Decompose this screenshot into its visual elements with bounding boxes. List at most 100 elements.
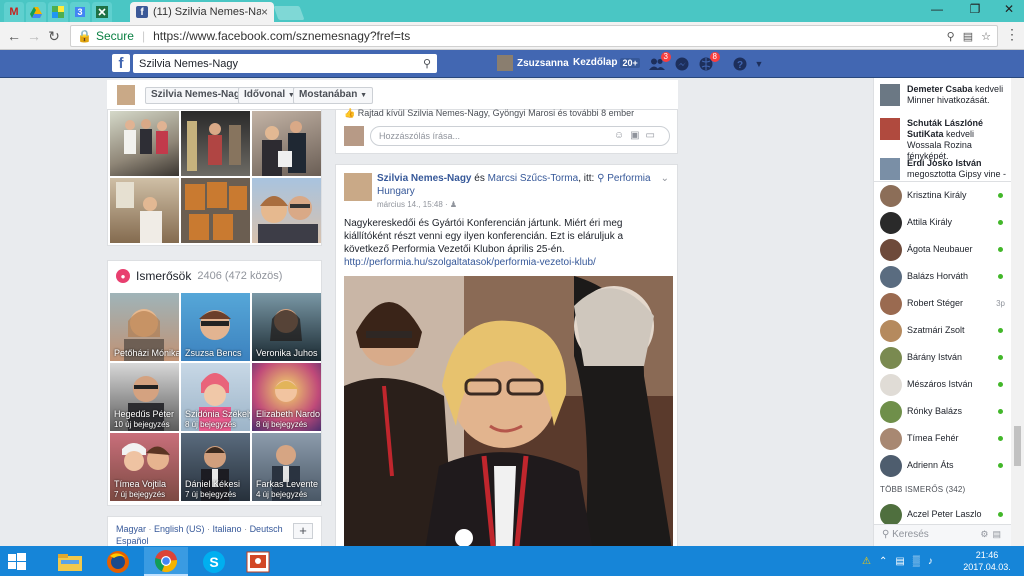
friend-tile[interactable]: Veronika Juhos [252,293,321,361]
reload-icon[interactable]: ↻ [44,26,64,46]
chat-contact[interactable]: Bárány István [874,343,1011,370]
language-link[interactable]: Italiano [213,524,242,534]
emoji-camera-gif-icons[interactable]: ☺▣▭ [614,130,661,141]
profile-link[interactable]: Zsuzsanna [497,55,569,71]
language-link[interactable]: Deutsch [250,524,283,534]
friend-tile[interactable]: Dániel Kékesi 7 új bejegyzés [181,433,250,501]
friend-tile[interactable]: Elizabeth Nardo 8 új bejegyzés [252,363,321,431]
friends-header[interactable]: ● Ismerősök 2406 (472 közös) [116,269,282,283]
post-date[interactable]: március 14., 15:48 [377,200,443,209]
firefox-icon[interactable] [96,547,140,576]
warning-icon[interactable]: ⚠ [862,556,871,567]
chat-settings-gear-icon[interactable]: ⚙▤ [980,529,1005,540]
messenger-icon[interactable] [673,55,691,73]
chat-contact[interactable]: Krisztina Király [874,181,1011,208]
system-clock[interactable]: 21:46 2017.04.03. [962,549,1012,573]
post-options-chevron-down-icon[interactable]: ⌄ [661,173,669,184]
language-link[interactable]: English (US) [154,524,205,534]
chat-contact[interactable]: Attila Király [874,208,1011,235]
friend-requests-icon[interactable]: 3 [648,52,671,73]
maps-pinned-tab[interactable] [48,2,68,22]
bookmark-star-icon[interactable]: ☆ [981,30,991,43]
translate-icon[interactable]: ▤ [963,30,973,43]
restore-button[interactable]: ❐ [960,0,990,18]
home-link[interactable]: Kezdőlap 20+ [573,57,640,68]
post-link[interactable]: http://performia.hu/szolgaltatasok/perfo… [344,257,596,268]
audience-friends-icon[interactable]: ♟ [450,200,457,209]
chrome-icon[interactable] [144,547,188,576]
chat-contact[interactable]: Szatmári Zsolt [874,316,1011,343]
friend-tile[interactable]: Petőházi Mónika [110,293,179,361]
chat-contact[interactable]: Adrienn Áts [874,451,1011,478]
language-link[interactable]: Español [116,536,149,546]
sheets-pinned-tab[interactable] [92,2,112,22]
chat-contact[interactable]: Balázs Horváth [874,262,1011,289]
recent-dropdown[interactable]: Mostanában ▼ [293,87,374,104]
chat-contact[interactable]: Aczel Peter Laszlo [874,500,1011,527]
timeline-dropdown[interactable]: Idővonal ▼ [238,87,301,104]
chat-contact[interactable]: Mészáros István [874,370,1011,397]
profile-name-button[interactable]: Szilvia Nemes-Nagy [145,87,252,104]
page-scrollbar[interactable] [1011,78,1024,546]
more-languages-button[interactable]: + [293,523,313,539]
tagged-person[interactable]: Marcsi Szűcs-Torma [488,173,579,184]
post-author[interactable]: Szilvia Nemes-Nagy [377,173,472,184]
ticker-item[interactable]: Schuták Lászlóné SutiKata kedveli Wossal… [874,118,1011,161]
ticker-item[interactable]: Demeter Csaba kedveli Minner hivatkozásá… [874,84,1011,108]
close-window-button[interactable]: ✕ [994,0,1024,18]
drive-pinned-tab[interactable] [26,2,46,22]
clock-time: 21:46 [975,550,999,560]
new-tab-button[interactable] [273,6,305,20]
show-hidden-icons-chevron-up-icon[interactable]: ⌃ [879,556,887,567]
chat-contact[interactable]: Ágota Neubauer [874,235,1011,262]
calendar-pinned-tab[interactable]: 3 [70,2,90,22]
address-bar[interactable]: 🔒 Secure | https://www.facebook.com/szne… [70,25,998,47]
chat-contact[interactable]: Robert Stéger 3p [874,289,1011,316]
account-menu-chevron-down-icon[interactable]: ▼ [750,55,768,73]
gmail-pinned-tab[interactable]: M [4,2,24,22]
friend-tile[interactable]: Tímea Vojtila 7 új bejegyzés [110,433,179,501]
photo-thumbnail[interactable] [181,178,250,243]
chrome-menu-icon[interactable]: ⋮ [1004,26,1020,46]
friend-tile[interactable]: Zsuzsa Bencs [181,293,250,361]
search-icon[interactable]: ⚲ [423,57,431,70]
facebook-logo-icon[interactable]: f [112,54,130,72]
chat-search-input[interactable]: ⚲ Keresés ⚙▤ [874,524,1011,546]
forward-arrow-icon[interactable]: → [24,26,44,46]
photo-thumbnail[interactable] [252,178,321,243]
chat-contact[interactable]: Tímea Fehér [874,424,1011,451]
ticker-item[interactable]: Érdi Josko István megosztotta Gipsy vine… [874,158,1011,180]
facebook-search-input[interactable]: Szilvia Nemes-Nagy ⚲ [133,54,437,73]
file-explorer-icon[interactable] [48,547,92,576]
tab-facebook[interactable]: f (11) Szilvia Nemes-Nagy × [130,2,274,22]
windows-start-icon[interactable] [6,551,28,573]
back-arrow-icon[interactable]: ← [4,26,24,46]
presentation-app-icon[interactable] [236,547,280,576]
friends-title[interactable]: Ismerősök [136,269,191,283]
skype-icon[interactable]: S [192,547,236,576]
reactions-summary[interactable]: 👍 Rajtad kívül Szilvia Nemes-Nagy, Gyöng… [344,108,634,119]
volume-icon[interactable]: ♪ [928,556,933,567]
photo-thumbnail[interactable] [110,111,179,176]
signal-icon[interactable]: ▒ [913,556,920,567]
friend-tile[interactable]: Szidónia Székely 8 új bejegyzés [181,363,250,431]
close-tab-icon[interactable]: × [261,5,268,19]
post-photo[interactable] [344,276,673,553]
photo-thumbnail[interactable] [181,111,250,176]
photo-thumbnail[interactable] [110,178,179,243]
friend-tile[interactable]: Farkas Levente 4 új bejegyzés [252,433,321,501]
zoom-icon[interactable]: ⚲ [947,30,955,43]
language-link[interactable]: Magyar [116,524,146,534]
help-icon[interactable]: ? [731,55,749,73]
photo-thumbnail[interactable] [252,111,321,176]
scrollbar-thumb[interactable] [1014,426,1021,466]
avatar[interactable] [344,173,372,201]
friend-tile[interactable]: Hegedűs Péter 10 új bejegyzés [110,363,179,431]
url-text[interactable]: https://www.facebook.com/sznemesnagy?fre… [153,29,939,43]
avatar[interactable] [117,85,135,105]
notifications-icon[interactable]: 8 [697,52,720,73]
comment-input[interactable]: Hozzászólás írása... ☺▣▭ [370,126,670,146]
chat-contact[interactable]: Rónky Balázs [874,397,1011,424]
minimize-button[interactable]: — [922,0,952,18]
network-icon[interactable]: ▤ [895,556,904,567]
